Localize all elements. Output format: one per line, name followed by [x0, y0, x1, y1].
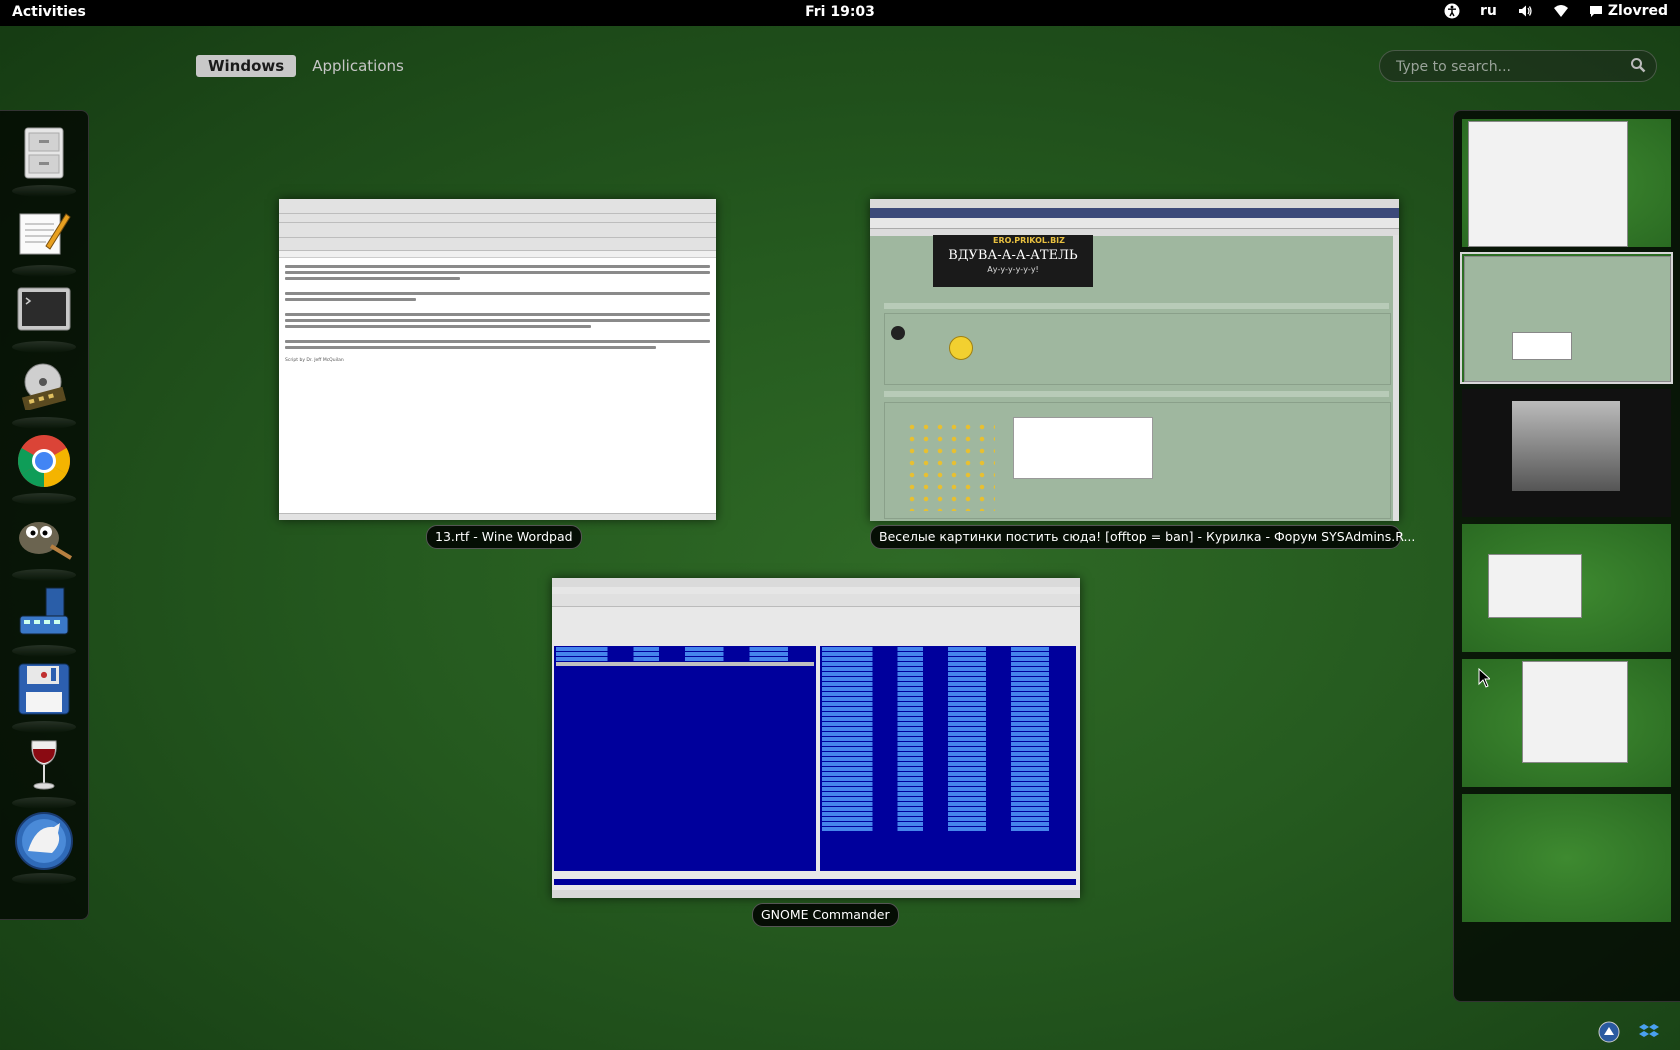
- commander-menubar: [552, 587, 1080, 594]
- mouse-cursor-icon: [1478, 668, 1490, 688]
- commander-toolbar: [552, 594, 1080, 607]
- view-selector: Windows Applications: [196, 55, 416, 77]
- workspace-thumb-4[interactable]: [1462, 524, 1671, 652]
- dash: ●: [0, 110, 89, 920]
- commander-command-line[interactable]: [554, 879, 1076, 885]
- top-bar: Activities Fri 19:03 ru Zlovred: [0, 0, 1680, 26]
- dash-item-text-editor[interactable]: [12, 203, 76, 277]
- search-box: [1379, 50, 1657, 82]
- status-area: ru Zlovred: [1444, 3, 1668, 19]
- floppy-save-icon: ●: [18, 663, 70, 715]
- forum-post-header: [884, 303, 1389, 309]
- chrome-icon: [18, 435, 70, 487]
- workspace-thumb-5[interactable]: [1462, 659, 1671, 787]
- text-editor-icon: [19, 213, 71, 255]
- keyboard-layout-indicator[interactable]: ru: [1480, 3, 1497, 19]
- tray-network-icon[interactable]: [1597, 1020, 1621, 1044]
- chrome-tabstrip: [870, 208, 1399, 218]
- tray-dropbox-icon[interactable]: [1637, 1020, 1661, 1044]
- workspace-thumb-6[interactable]: [1462, 794, 1671, 922]
- wolf-app-icon: [15, 812, 73, 870]
- wordpad-titlebar: [279, 199, 716, 214]
- wordpad-format-bar: [279, 238, 716, 251]
- window-caption-gnome-commander[interactable]: GNOME Commander: [752, 903, 899, 927]
- banner-site: ERO.PRIKOL.BIZ: [993, 236, 1065, 245]
- smiley-image: [949, 336, 973, 360]
- terminal-icon: [17, 287, 71, 331]
- dash-item-chrome[interactable]: [12, 431, 76, 505]
- accessibility-icon[interactable]: [1444, 3, 1460, 19]
- dash-item-gimp[interactable]: [12, 507, 76, 581]
- wordpad-document[interactable]: Script by Dr. Jeff McQuilan: [279, 258, 716, 367]
- commander-function-keys[interactable]: [552, 890, 1080, 898]
- chrome-address-bar[interactable]: [870, 218, 1399, 229]
- file-cabinet-icon: [24, 127, 64, 179]
- dash-item-video-editor[interactable]: [12, 583, 76, 657]
- reply-form: [884, 402, 1391, 519]
- wordpad-statusbar: [279, 513, 716, 520]
- gimp-icon: [19, 522, 73, 560]
- commander-titlebar: [552, 578, 1080, 587]
- window-caption-wordpad[interactable]: 13.rtf - Wine Wordpad: [426, 525, 582, 549]
- dash-item-media-player[interactable]: [12, 355, 76, 429]
- reply-textarea[interactable]: [1013, 417, 1153, 479]
- chrome-titlebar: [870, 199, 1399, 208]
- dash-item-files[interactable]: [12, 123, 76, 197]
- volume-icon[interactable]: [1517, 3, 1533, 19]
- wordpad-menubar: [279, 214, 716, 223]
- banner-subtitle: Ау-у-у-у-у-у!: [987, 265, 1039, 274]
- poster-avatar: [891, 326, 905, 340]
- chat-bubble-icon: [1589, 5, 1602, 17]
- commander-selected-row[interactable]: [556, 662, 814, 666]
- wordpad-toolbar: [279, 223, 716, 238]
- smiley-palette[interactable]: [905, 421, 995, 511]
- window-caption-chrome[interactable]: Веселые картинки постить сюда! [offtop =…: [870, 525, 1415, 549]
- wine-icon: [31, 740, 57, 790]
- workspace-thumb-3[interactable]: [1462, 389, 1671, 517]
- forum-post-footer: [884, 391, 1389, 397]
- dash-item-wine[interactable]: [12, 735, 76, 809]
- user-menu[interactable]: Zlovred: [1589, 3, 1668, 19]
- workspace-thumb-2[interactable]: [1460, 252, 1673, 384]
- media-player-icon: [21, 363, 67, 410]
- banner-title: ВДУВА-А-А-АТЕЛЬ: [948, 248, 1078, 263]
- dash-item-terminal[interactable]: [12, 279, 76, 353]
- window-preview-wordpad[interactable]: Script by Dr. Jeff McQuilan: [279, 199, 716, 520]
- forum-banner: ERO.PRIKOL.BIZ ВДУВА-А-А-АТЕЛЬ Ау-у-у-у-…: [933, 235, 1093, 287]
- clock[interactable]: Fri 19:03: [0, 4, 1680, 20]
- workspace-switcher: [1453, 110, 1680, 1002]
- workspace-thumb-1[interactable]: [1462, 119, 1671, 247]
- chrome-scrollbar[interactable]: [1393, 235, 1399, 521]
- forum-post: [884, 313, 1391, 385]
- window-preview-gnome-commander[interactable]: [552, 578, 1080, 898]
- video-editor-icon: [19, 587, 69, 635]
- wordpad-ruler: [279, 251, 716, 258]
- search-icon: [1631, 58, 1646, 73]
- commander-right-pane[interactable]: [820, 646, 1076, 871]
- window-preview-chrome[interactable]: ERO.PRIKOL.BIZ ВДУВА-А-А-АТЕЛЬ Ау-у-у-у-…: [870, 199, 1399, 521]
- wifi-icon[interactable]: [1553, 4, 1569, 18]
- svg-text:●: ●: [41, 670, 48, 679]
- dash-item-wolf-app[interactable]: [12, 811, 76, 885]
- search-input[interactable]: [1394, 56, 1618, 78]
- wordpad-footer-text: Script by Dr. Jeff McQuilan: [285, 358, 344, 363]
- tab-windows[interactable]: Windows: [196, 55, 297, 77]
- dash-item-floppy[interactable]: ●: [12, 659, 76, 733]
- commander-left-pane[interactable]: [554, 646, 816, 871]
- tab-applications[interactable]: Applications: [300, 55, 416, 77]
- user-name: Zlovred: [1607, 3, 1668, 19]
